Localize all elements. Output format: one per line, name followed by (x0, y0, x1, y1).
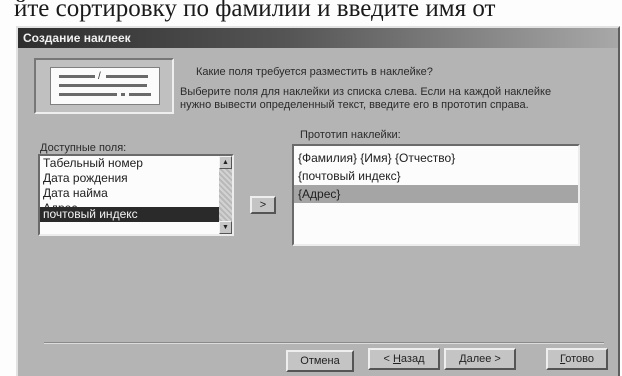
next-button[interactable]: Далее > (444, 348, 516, 370)
back-button[interactable]: < Назад (368, 348, 440, 370)
instruction-line-2: нужно вывести определенный текст, введит… (180, 99, 529, 111)
title-bar: Создание наклеек (18, 28, 618, 48)
label-sample-card: / (50, 67, 160, 105)
available-fields-list[interactable]: Табельный номер Дата рождения Дата найма… (38, 154, 234, 236)
window-title: Создание наклеек (23, 31, 131, 45)
back-label-rest: азад (400, 353, 425, 365)
scroll-down-icon[interactable]: ▼ (219, 221, 232, 234)
prototype-line[interactable]: {Фамилия} {Имя} {Отчество} (294, 149, 578, 167)
footer-divider (44, 342, 604, 344)
next-accel-key: Д (459, 353, 467, 365)
list-scrollbar[interactable]: ▲ ▼ (219, 156, 232, 234)
prototype-caption: Прототип наклейки: (300, 129, 401, 141)
scroll-up-icon[interactable]: ▲ (219, 156, 232, 169)
question-text: Какие поля требуется разместить в наклей… (196, 66, 433, 78)
finish-label-rest: отово (565, 353, 594, 365)
back-label-prefix: < (383, 353, 393, 365)
back-accel-key: Н (392, 353, 401, 365)
finish-button[interactable]: Готово (546, 348, 608, 370)
label-preview-illustration: / (34, 58, 174, 114)
list-item[interactable]: Дата найма (40, 186, 232, 201)
next-label-rest: алее > (466, 353, 501, 365)
prototype-line[interactable]: {почтовый индекс} (294, 167, 578, 185)
slash-icon: / (98, 71, 101, 82)
list-item-selected[interactable]: почтовый индекс (40, 207, 232, 222)
list-item[interactable]: Табельный номер (40, 156, 232, 171)
instruction-line-1: Выберите поля для наклейки из списка сле… (180, 86, 552, 98)
prototype-line-highlighted[interactable]: {Адрес} (294, 185, 578, 203)
list-item[interactable]: Дата рождения (40, 171, 232, 186)
label-wizard-dialog: Создание наклеек / Какие поля требуется … (16, 26, 620, 376)
page-caption-text: йте сортировку по фамилии и введите имя … (14, 0, 496, 22)
add-field-button[interactable]: > (250, 196, 276, 214)
cancel-button[interactable]: Отмена (286, 350, 354, 372)
label-prototype-editor[interactable]: {Фамилия} {Имя} {Отчество} {почтовый инд… (292, 144, 580, 246)
cancel-label: Отмена (300, 355, 340, 367)
